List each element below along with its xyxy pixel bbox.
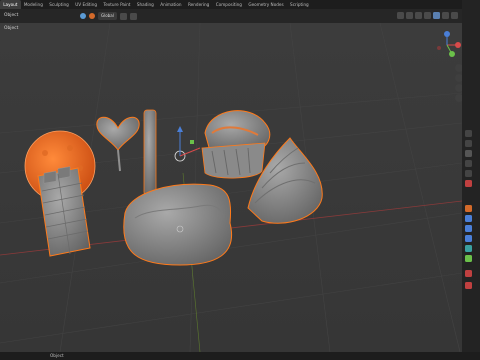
cupcake-object — [201, 110, 271, 179]
material-properties-icon[interactable] — [465, 270, 472, 277]
constraints-properties-icon[interactable] — [465, 245, 472, 252]
scene-properties-icon[interactable] — [465, 170, 472, 177]
viewport-object-label: Object — [4, 26, 19, 31]
status-object-label: Object — [50, 353, 64, 358]
data-properties-icon[interactable] — [465, 255, 472, 262]
tab-scripting[interactable]: Scripting — [287, 0, 312, 9]
modifier-properties-icon[interactable] — [465, 215, 472, 222]
global-dropdown[interactable]: Global — [98, 12, 117, 20]
object-mode-menu[interactable]: Object — [4, 9, 18, 23]
view-layer-properties-icon[interactable] — [465, 160, 472, 167]
tab-shading[interactable]: Shading — [134, 0, 157, 9]
solid-shading-icon[interactable] — [433, 12, 440, 19]
visibility-icon[interactable] — [397, 12, 404, 19]
gizmo-toggle-icon[interactable] — [406, 12, 413, 19]
xray-icon[interactable] — [424, 12, 431, 19]
proportional-edit-icon[interactable] — [129, 12, 137, 20]
render-properties-icon[interactable] — [465, 140, 472, 147]
candle-stick-object — [143, 109, 157, 196]
physics-properties-icon[interactable] — [465, 235, 472, 242]
tab-compositing[interactable]: Compositing — [213, 0, 246, 9]
particles-properties-icon[interactable] — [465, 225, 472, 232]
tab-sculpting[interactable]: Sculpting — [46, 0, 72, 9]
3d-viewport[interactable] — [0, 23, 462, 352]
tab-texture-paint[interactable]: Texture Paint — [100, 0, 133, 9]
tab-geometry-nodes[interactable]: Geometry Nodes — [245, 0, 287, 9]
shading-controls — [397, 12, 458, 19]
tool-properties-icon[interactable] — [465, 130, 472, 137]
tab-rendering[interactable]: Rendering — [185, 0, 213, 9]
tab-layout[interactable]: Layout — [0, 0, 21, 9]
tab-animation[interactable]: Animation — [157, 0, 185, 9]
pivot-icon[interactable] — [89, 13, 95, 19]
texture-properties-icon[interactable] — [465, 282, 472, 289]
navigation-gizmo[interactable] — [432, 30, 462, 60]
viewport-header: Object Global — [0, 9, 462, 23]
snap-icon[interactable] — [119, 12, 127, 20]
transform-tools: Global — [80, 12, 137, 20]
viewport-scene — [0, 23, 462, 352]
world-properties-icon[interactable] — [465, 180, 472, 187]
tab-modeling[interactable]: Modeling — [21, 0, 46, 9]
workspace-tab-bar: Layout Modeling Sculpting UV Editing Tex… — [0, 0, 480, 9]
output-properties-icon[interactable] — [465, 150, 472, 157]
object-properties-icon[interactable] — [465, 205, 472, 212]
tab-uv-editing[interactable]: UV Editing — [72, 0, 100, 9]
cake-base-object — [123, 183, 232, 266]
orientation-icon[interactable] — [80, 13, 86, 19]
status-bar: Object — [0, 352, 480, 360]
overlay-icon[interactable] — [415, 12, 422, 19]
material-shading-icon[interactable] — [442, 12, 449, 19]
rendered-shading-icon[interactable] — [451, 12, 458, 19]
